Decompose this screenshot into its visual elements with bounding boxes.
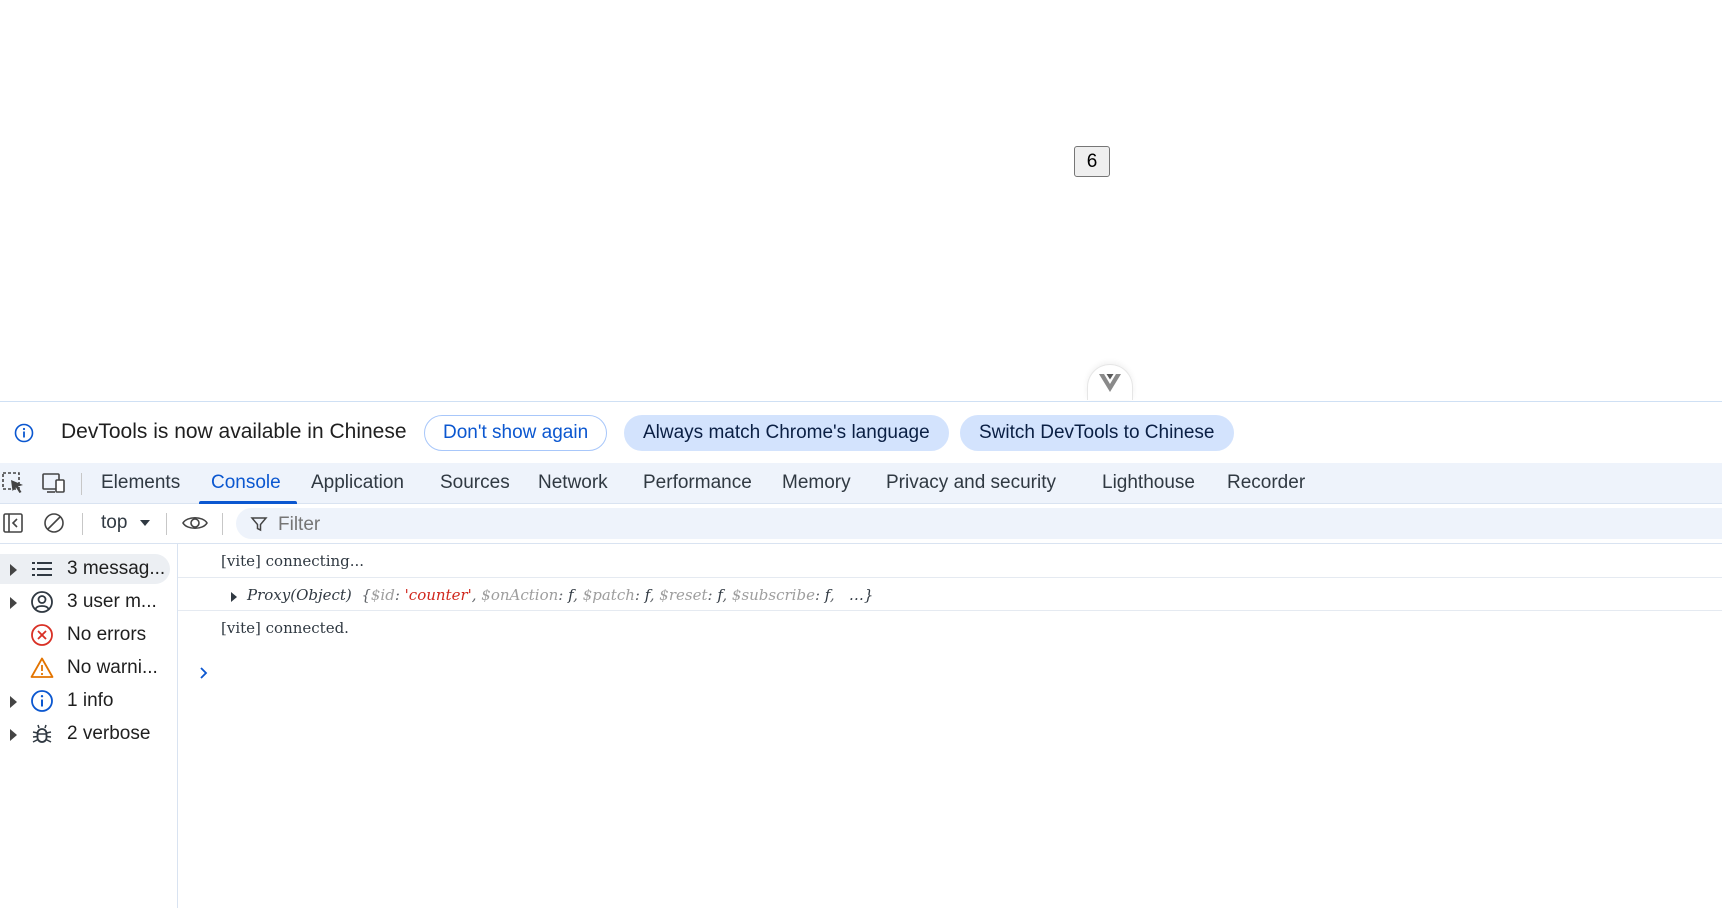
- bug-icon: [32, 724, 52, 743]
- console-toolbar: top: [0, 504, 1722, 544]
- sidebar-item-verbose[interactable]: 2 verbose: [0, 719, 170, 749]
- console-message-text: [vite] connected.: [221, 619, 349, 637]
- tab-privacy-and-security[interactable]: Privacy and security: [886, 463, 1056, 503]
- tab-console[interactable]: Console: [199, 463, 297, 504]
- console-message: [vite] connecting...: [178, 544, 1722, 578]
- sidebar-item-messages[interactable]: 3 messag...: [0, 554, 170, 584]
- expand-arrow-icon[interactable]: [10, 597, 17, 609]
- brace-open: {: [361, 586, 371, 604]
- sidebar-item-label: No warni...: [67, 657, 158, 678]
- object-more: …}: [848, 586, 874, 604]
- console-sidebar: 3 messag... 3 user m... No errors No war…: [0, 544, 178, 908]
- sidebar-item-label: 2 verbose: [67, 723, 151, 744]
- console-message: [vite] connected.: [178, 611, 1722, 643]
- live-expression-eye-icon[interactable]: [182, 511, 208, 535]
- filter-icon: [250, 517, 268, 532]
- tab-sources[interactable]: Sources: [440, 463, 510, 503]
- tabbar-divider: [81, 473, 82, 495]
- tab-recorder[interactable]: Recorder: [1227, 463, 1305, 503]
- context-selector-label: top: [101, 512, 128, 533]
- object-key: $onAction: [481, 586, 559, 604]
- info-icon: [31, 690, 53, 712]
- object-key: $id: [370, 586, 395, 604]
- object-key: $patch: [582, 586, 635, 604]
- inspect-element-icon[interactable]: [1, 471, 27, 495]
- dont-show-again-button[interactable]: Don't show again: [424, 415, 608, 451]
- tab-lighthouse[interactable]: Lighthouse: [1102, 463, 1195, 503]
- sidebar-item-label: 3 messag...: [67, 558, 166, 579]
- expand-object-arrow-icon[interactable]: [231, 592, 237, 602]
- device-toolbar-icon[interactable]: [41, 471, 67, 495]
- tab-network[interactable]: Network: [538, 463, 608, 503]
- console-message-text: [vite] connecting...: [221, 552, 365, 570]
- list-icon: [32, 562, 52, 576]
- filter-input[interactable]: [276, 513, 680, 537]
- tab-elements[interactable]: Elements: [101, 463, 180, 503]
- sidebar-item-errors[interactable]: No errors: [0, 620, 170, 650]
- proxy-label: Proxy(Object): [247, 586, 352, 604]
- language-infobar: DevTools is now available in Chinese Don…: [0, 402, 1722, 462]
- toolbar-divider: [82, 513, 83, 535]
- expand-arrow-icon[interactable]: [10, 564, 17, 576]
- infobar-message: DevTools is now available in Chinese: [61, 420, 407, 443]
- user-icon: [31, 591, 53, 613]
- vue-devtools-toggle[interactable]: [1087, 364, 1133, 400]
- clear-console-icon[interactable]: [41, 511, 67, 535]
- sidebar-toggle-icon[interactable]: [1, 511, 27, 535]
- toolbar-divider: [222, 513, 223, 535]
- expand-arrow-icon[interactable]: [10, 696, 17, 708]
- sidebar-item-label: 1 info: [67, 690, 114, 711]
- sidebar-item-warnings[interactable]: No warni...: [0, 653, 170, 683]
- devtools-tabbar: Elements Console Application Sources Net…: [0, 463, 1722, 504]
- tab-application[interactable]: Application: [311, 463, 404, 503]
- vue-logo-icon: [1099, 373, 1121, 392]
- error-icon: [31, 624, 53, 646]
- counter-button[interactable]: 6: [1074, 146, 1110, 177]
- console-prompt-chevron-icon[interactable]: [194, 663, 214, 683]
- context-selector[interactable]: top: [101, 512, 151, 534]
- tab-memory[interactable]: Memory: [782, 463, 851, 503]
- console-object-message[interactable]: Proxy(Object) {$id: 'counter', $onAction…: [178, 578, 1722, 611]
- toolbar-divider: [166, 513, 167, 535]
- info-icon: [14, 423, 34, 443]
- filter-box[interactable]: [236, 508, 1722, 539]
- expand-arrow-icon[interactable]: [10, 729, 17, 741]
- tab-performance[interactable]: Performance: [643, 463, 752, 503]
- console-messages: [vite] connecting... Proxy(Object) {$id:…: [178, 544, 1722, 908]
- sidebar-item-label: 3 user m...: [67, 591, 157, 612]
- object-value-string: 'counter': [404, 586, 472, 604]
- object-key: $reset: [659, 586, 708, 604]
- sidebar-item-label: No errors: [67, 624, 147, 645]
- proxy-object-preview[interactable]: Proxy(Object) {$id: 'counter', $onAction…: [247, 586, 873, 604]
- always-match-language-button[interactable]: Always match Chrome's language: [624, 415, 949, 451]
- page-viewport: 6: [0, 0, 1722, 400]
- warning-icon: [30, 657, 54, 678]
- chevron-down-icon: [139, 520, 150, 526]
- object-key: $subscribe: [731, 586, 815, 604]
- switch-to-chinese-button[interactable]: Switch DevTools to Chinese: [960, 415, 1234, 451]
- devtools-panel: DevTools is now available in Chinese Don…: [0, 401, 1722, 908]
- sidebar-item-info[interactable]: 1 info: [0, 686, 170, 716]
- sidebar-item-user-messages[interactable]: 3 user m...: [0, 587, 170, 617]
